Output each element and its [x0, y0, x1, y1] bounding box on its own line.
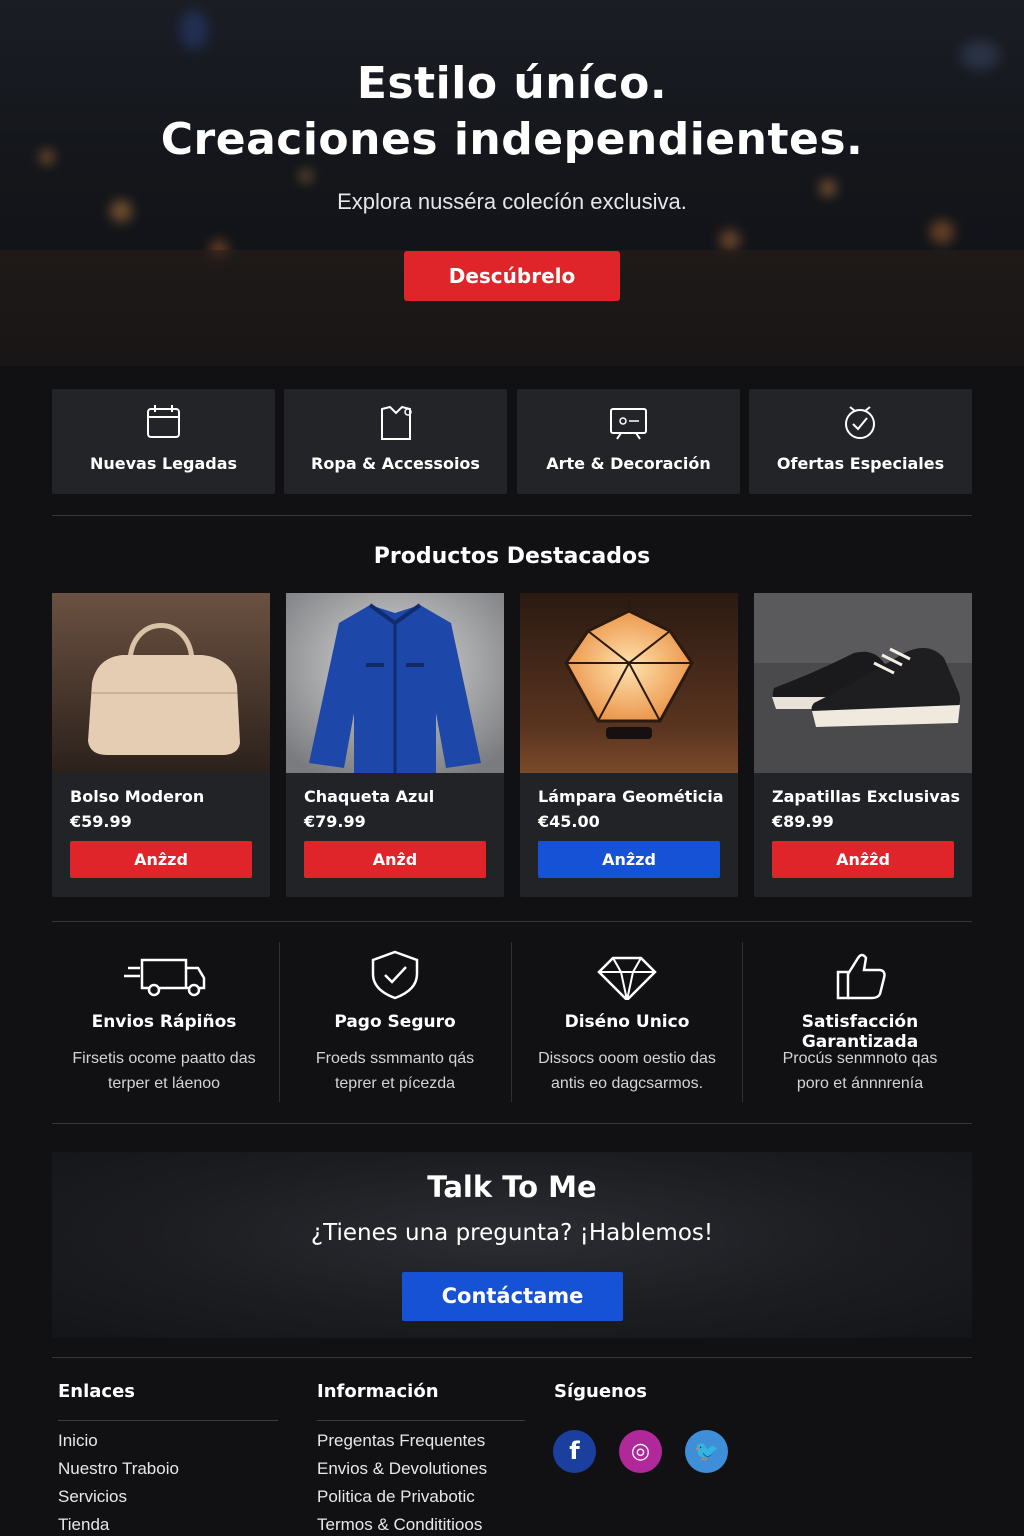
category-label: Nuevas Legadas: [89, 454, 238, 473]
discover-button[interactable]: Descúbrelo: [404, 251, 620, 301]
bokeh-light: [300, 170, 312, 182]
footer-col-line: [317, 1420, 525, 1421]
product-image-bag: [52, 593, 270, 773]
feature-title: Diséno Unico: [564, 1012, 690, 1032]
footer-links-title: Enlaces: [58, 1381, 136, 1402]
category-art-decor[interactable]: Arte & Decoración: [517, 389, 740, 494]
contact-subtitle: ¿Tienes una pregunta? ¡Hablemos!: [310, 1220, 714, 1246]
category-label: Ofertas Especiales: [776, 454, 945, 473]
contact-button[interactable]: Contáctame: [402, 1272, 623, 1321]
footer-link-terms[interactable]: Termos & Condititioos: [317, 1515, 482, 1535]
category-special-offers[interactable]: Ofertas Especiales: [749, 389, 972, 494]
product-price: €79.99: [304, 812, 366, 831]
category-new-arrivals[interactable]: Nuevas Legadas: [52, 389, 275, 494]
product-name: Zapatillas Exclusivas: [772, 787, 961, 806]
footer-info-title: Información: [317, 1381, 439, 1402]
product-card[interactable]: Zapatillas Exclusivas €89.99 Anẑẑd: [754, 593, 972, 897]
hero-title-line1: Estilo úníco.: [356, 58, 668, 109]
feature-title: Pago Seguro: [334, 1012, 456, 1032]
footer-col-line: [58, 1420, 278, 1421]
footer-divider: [52, 1357, 972, 1358]
product-card[interactable]: Bolso Moderon €59.99 Anẑzd: [52, 593, 270, 897]
add-to-cart-button[interactable]: Anẑd: [304, 841, 486, 878]
product-price: €89.99: [772, 812, 834, 831]
feature-description: Froeds ssmmanto qás teprer et pícezda: [291, 1046, 499, 1096]
feature-description-line: poro et ánnnrenía: [796, 1075, 924, 1092]
product-price: €59.99: [70, 812, 132, 831]
truck-icon: [124, 958, 206, 997]
category-label: Arte & Decoración: [546, 454, 711, 473]
featured-title: Productos Destacados: [373, 544, 651, 569]
footer-link-faq[interactable]: Pregentas Frequentes: [317, 1431, 485, 1451]
contact-banner: Talk To Me ¿Tienes una pregunta? ¡Hablem…: [52, 1152, 972, 1338]
hero-title-line2: Creaciones independientes.: [160, 114, 864, 165]
shirt-icon: [381, 405, 412, 440]
footer-link-privacy[interactable]: Politica de Privabotic: [317, 1487, 475, 1507]
art-frame-icon: [610, 408, 647, 440]
section-divider: [52, 921, 972, 922]
feature-description-line: terper et láenoo: [107, 1075, 221, 1092]
footer-link-shipping-returns[interactable]: Envios & Devolutiones: [317, 1459, 487, 1479]
diamond-icon: [597, 956, 657, 1000]
facebook-icon[interactable]: f: [553, 1430, 596, 1473]
product-image-jacket: [286, 593, 504, 773]
instagram-icon[interactable]: ◎: [619, 1430, 662, 1473]
product-image-lamp: [520, 593, 738, 773]
feature-description-line: Firsetis ocome paatto das: [72, 1050, 256, 1067]
category-clothing[interactable]: Ropa & Accessoios: [284, 389, 507, 494]
footer-link-home[interactable]: Inicio: [58, 1431, 98, 1451]
footer-link-services[interactable]: Servicios: [58, 1487, 127, 1507]
badge-tag-icon: [845, 406, 875, 439]
twitter-icon[interactable]: 🐦: [685, 1430, 728, 1473]
thumbs-up-icon: [836, 953, 886, 1000]
feature-title: Envios Rápiños: [91, 1012, 237, 1032]
feature-description-line: Froeds ssmmanto qás: [315, 1050, 475, 1067]
product-card[interactable]: Chaqueta Azul €79.99 Anẑd: [286, 593, 504, 897]
feature-separator: [742, 942, 743, 1102]
hero-banner: Estilo úníco. Creaciones independientes.…: [0, 0, 1024, 366]
feature-unique-design: Diséno Unico Dissocs ooom oestio das ant…: [513, 942, 741, 1102]
product-name: Chaqueta Azul: [304, 787, 435, 806]
feature-fast-shipping: Envios Rápiños Firsetis ocome paatto das…: [50, 942, 278, 1102]
feature-description-line: Procús senmnoto qas: [782, 1050, 938, 1067]
hero-subtitle: Explora nusséra colecíón exclusiva.: [337, 189, 687, 214]
footer-social-title: Síguenos: [554, 1381, 647, 1402]
product-image-sneakers: [754, 593, 972, 773]
feature-description: Procús senmnoto qas poro et ánnnrenía: [756, 1046, 964, 1096]
feature-description-line: Dissocs ooom oestio das: [538, 1050, 716, 1067]
contact-title: Talk To Me: [427, 1170, 597, 1204]
section-divider: [52, 515, 972, 516]
product-card[interactable]: Lámpara Geométicia €45.00 Anẑzd: [520, 593, 738, 897]
feature-satisfaction: Satisfacción Garantizada Procús senmnoto…: [746, 942, 974, 1102]
section-divider: [52, 1123, 972, 1124]
bokeh-light: [180, 10, 208, 50]
add-to-cart-button[interactable]: Anẑzd: [538, 841, 720, 878]
footer-link-work[interactable]: Nuestro Traboio: [58, 1459, 179, 1479]
feature-separator: [511, 942, 512, 1102]
category-label: Ropa & Accessoios: [311, 454, 480, 473]
feature-description: Dissocs ooom oestio das antis eo dagcsar…: [523, 1046, 731, 1096]
product-price: €45.00: [538, 812, 600, 831]
footer-link-shop[interactable]: Tienda: [58, 1515, 109, 1535]
shield-check-icon: [371, 950, 419, 1000]
feature-separator: [279, 942, 280, 1102]
bokeh-light: [720, 230, 740, 250]
product-name: Lámpara Geométicia: [538, 787, 724, 806]
product-name: Bolso Moderon: [70, 787, 205, 806]
calendar-icon: [147, 405, 180, 438]
add-to-cart-button[interactable]: Anẑẑd: [772, 841, 954, 878]
bokeh-light: [930, 220, 954, 244]
feature-description: Firsetis ocome paatto das terper et láen…: [60, 1046, 268, 1096]
feature-description-line: teprer et pícezda: [334, 1075, 456, 1092]
feature-secure-payment: Pago Seguro Froeds ssmmanto qás teprer e…: [281, 942, 509, 1102]
add-to-cart-button[interactable]: Anẑzd: [70, 841, 252, 878]
feature-description-line: antis eo dagcsarmos.: [550, 1075, 704, 1092]
